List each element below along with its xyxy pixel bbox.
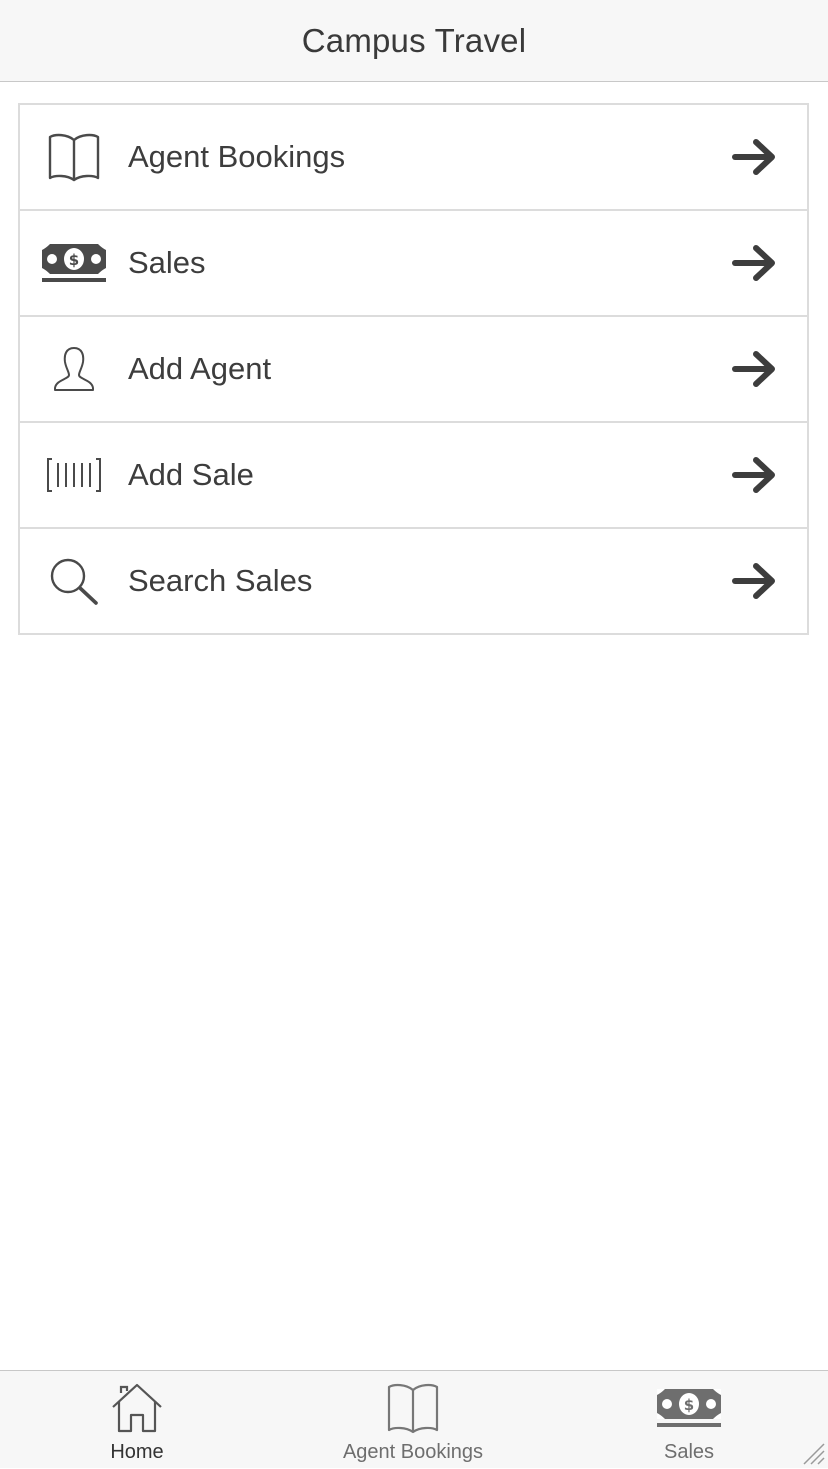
menu-item-label: Add Agent xyxy=(128,351,272,386)
tab-agent-bookings[interactable]: Agent Bookings xyxy=(313,1371,513,1469)
search-icon xyxy=(40,553,108,609)
user-icon xyxy=(40,341,108,397)
svg-text:$: $ xyxy=(684,1396,694,1414)
arrow-right-icon xyxy=(732,139,775,175)
home-icon xyxy=(104,1381,170,1435)
menu-item-add-sale[interactable]: Add Sale xyxy=(20,423,807,529)
tab-label: Agent Bookings xyxy=(342,1441,484,1463)
tab-bar: Home Agent Bookings $ Sales xyxy=(0,1370,828,1468)
menu-item-add-agent[interactable]: Add Agent xyxy=(20,317,807,423)
tab-label: Sales xyxy=(663,1441,715,1463)
menu-item-label: Sales xyxy=(128,245,206,280)
svg-text:$: $ xyxy=(69,251,79,269)
arrow-right-icon xyxy=(732,563,775,599)
tab-label: Home xyxy=(110,1441,164,1463)
menu-list: Agent Bookings $ Sales Add Agent Add Sal… xyxy=(18,103,809,635)
book-icon xyxy=(380,1381,446,1435)
menu-item-label: Agent Bookings xyxy=(128,139,346,174)
page-title: Campus Travel xyxy=(301,21,527,59)
book-icon xyxy=(40,129,108,185)
menu-item-sales[interactable]: $ Sales xyxy=(20,211,807,317)
menu-item-label: Add Sale xyxy=(128,457,254,492)
money-icon: $ xyxy=(656,1381,722,1435)
tab-home[interactable]: Home xyxy=(37,1371,237,1469)
header-bar: Campus Travel xyxy=(0,0,828,82)
arrow-right-icon xyxy=(732,245,775,281)
menu-item-search-sales[interactable]: Search Sales xyxy=(20,529,807,633)
arrow-right-icon xyxy=(732,351,775,387)
money-icon: $ xyxy=(40,235,108,291)
resize-grip-icon[interactable] xyxy=(802,1442,826,1466)
menu-item-label: Search Sales xyxy=(128,563,313,598)
menu-item-agent-bookings[interactable]: Agent Bookings xyxy=(20,105,807,211)
arrow-right-icon xyxy=(732,457,775,493)
tab-sales[interactable]: $ Sales xyxy=(589,1371,789,1469)
barcode-icon xyxy=(40,447,108,503)
